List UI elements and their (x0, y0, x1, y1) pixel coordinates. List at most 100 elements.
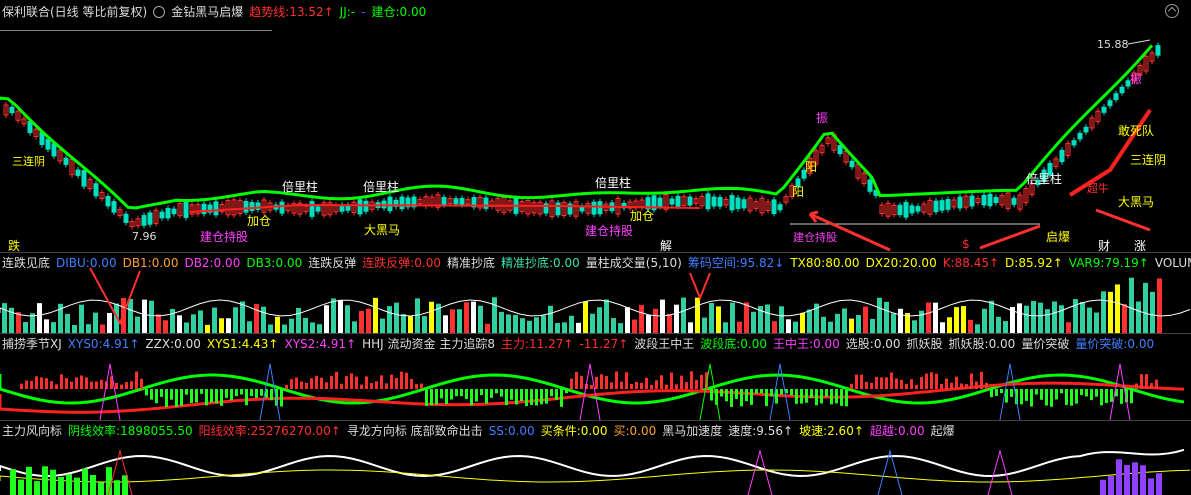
season-bar (60, 374, 63, 389)
season-bar (115, 383, 118, 389)
season-bar (865, 381, 868, 389)
signal-yang-1: 阳 (805, 160, 818, 174)
p3-value-10: 选股: 0.00 (846, 335, 901, 352)
volume-bar (1150, 291, 1155, 333)
season-bar (20, 383, 23, 389)
candle-body (1059, 149, 1065, 163)
season-bar (910, 379, 913, 389)
season-bar (995, 389, 998, 396)
p3-value-9: 王中王: 0.00 (773, 335, 840, 352)
p4-value-8: 坡速: 2.60↑ (799, 422, 864, 439)
signal-yang-2: 阳 (792, 185, 805, 199)
p2-label-0: DIBU: (56, 255, 90, 270)
season-bar (390, 374, 393, 389)
candle-body (459, 197, 465, 206)
season-bar (750, 389, 753, 405)
volume-bar (86, 324, 91, 333)
signal-jiancang-2: 建仓持股 (585, 224, 634, 238)
volume-bar (254, 304, 259, 333)
p4-num-9: 0.00 (897, 423, 925, 438)
p2-value-6: 精准抄底 (447, 254, 495, 271)
p2-value-3: DB3: 0.00 (246, 256, 302, 270)
season-bar (800, 389, 803, 404)
candle-body (309, 201, 315, 217)
p2-num-5: 0.00 (414, 255, 441, 270)
windvane-spike (987, 449, 1013, 495)
candle-body (993, 197, 999, 204)
season-bar (445, 389, 448, 405)
indicator-toggle-icon[interactable] (153, 6, 166, 18)
p3-label-12: 抓妖股: (948, 336, 989, 351)
candle-body (657, 197, 663, 207)
p4-label-0: 阴线效率: (68, 423, 121, 438)
season-bar (515, 389, 518, 405)
volume-bar (107, 312, 112, 333)
indicator-name[interactable]: 金钻黑马启爆 (171, 3, 243, 20)
main-num-1: - (350, 4, 356, 19)
volume-bar (1094, 312, 1099, 333)
volume-panel-title[interactable]: 连跌见底 (2, 254, 50, 271)
windvane-panel-title[interactable]: 主力风向标 (2, 422, 62, 439)
season-bar (855, 374, 858, 389)
main-chart-canvas[interactable] (0, 0, 1191, 252)
volume-bar (548, 305, 553, 333)
volume-bar (863, 306, 868, 333)
season-bar (880, 377, 883, 389)
main-value-3: 建仓: 0.00 (371, 3, 426, 20)
candle-body (441, 196, 447, 206)
p3-value-1: ZZX: 0.00 (145, 337, 200, 351)
season-bar (1060, 389, 1063, 394)
season-bar (930, 372, 933, 389)
season-panel[interactable]: 捕捞季节XJ XYS0: 4.91↑ ZZX: 0.00 XYS1: 4.43↑ XY… (0, 334, 1191, 420)
signal-chaoniu: 超牛 (1087, 182, 1109, 195)
volume-bar (338, 300, 343, 333)
signal-zhen-2: 振 (1130, 72, 1143, 86)
volume-bar (639, 305, 644, 333)
p3-value-14: 量价突破: 0.00 (1075, 335, 1154, 352)
signal-jiancang-3: 建仓持股 (793, 231, 837, 244)
volume-bar (709, 302, 714, 333)
candle-body (51, 143, 57, 157)
volume-bar (345, 305, 350, 333)
season-bar (570, 378, 573, 389)
volume-bar (618, 323, 623, 333)
windvane-panel[interactable]: 主力风向标 阴线效率: 1898055.50 阳线效率: 25276270.00↑… (0, 421, 1191, 495)
volume-bar (968, 319, 973, 333)
p3-num-0: 4.91↑ (102, 336, 140, 351)
volume-bar (1157, 278, 1162, 333)
season-panel-title[interactable]: 捕捞季节XJ (2, 335, 62, 352)
volume-bar (590, 313, 595, 333)
season-bar (795, 389, 798, 404)
season-bar (660, 375, 663, 389)
season-bar (960, 383, 963, 389)
arrow-2 (979, 224, 1041, 250)
main-chart-panel[interactable]: 保利联合(日线 等比前复权) 金钻黑马启爆 趋势线: 13.52↑ JJ: -- … (0, 0, 1191, 252)
season-bar (500, 389, 503, 397)
volume-panel[interactable]: 连跌见底 DIBU: 0.00 DB1: 0.00 DB2: 0.00 DB3: 0.… (0, 253, 1191, 333)
windvane-bar-green (50, 469, 56, 495)
volume-bar (156, 314, 161, 333)
season-indicator-values: XYS0: 4.91↑ ZZX: 0.00 XYS1: 4.43↑ XYS2: 4.9… (68, 335, 1160, 352)
p4-num-3: 0.00 (507, 423, 535, 438)
collapse-icon[interactable] (1165, 4, 1179, 18)
volume-bar (135, 316, 140, 333)
candle-body (111, 201, 117, 213)
candle-body (213, 201, 219, 216)
volume-bar (268, 324, 273, 333)
windvane-bar-green (42, 466, 48, 495)
candle-body (93, 183, 99, 197)
stock-name[interactable]: 保利联合(日线 等比前复权) (2, 3, 147, 20)
volume-bar (772, 321, 777, 333)
season-bar (205, 389, 208, 406)
season-bar (550, 389, 553, 397)
season-bar (1045, 389, 1048, 406)
p3-value-8: 波段底: 0.00 (700, 335, 767, 352)
season-bar (1155, 379, 1158, 389)
season-bar (950, 382, 953, 389)
p2-value-0: DIBU: 0.00 (56, 256, 117, 270)
p2-label-9: 筹码空间: (687, 255, 740, 270)
season-bar (150, 389, 153, 400)
volume-bar (1066, 322, 1071, 333)
season-bar (810, 389, 813, 398)
season-bar (70, 381, 73, 389)
